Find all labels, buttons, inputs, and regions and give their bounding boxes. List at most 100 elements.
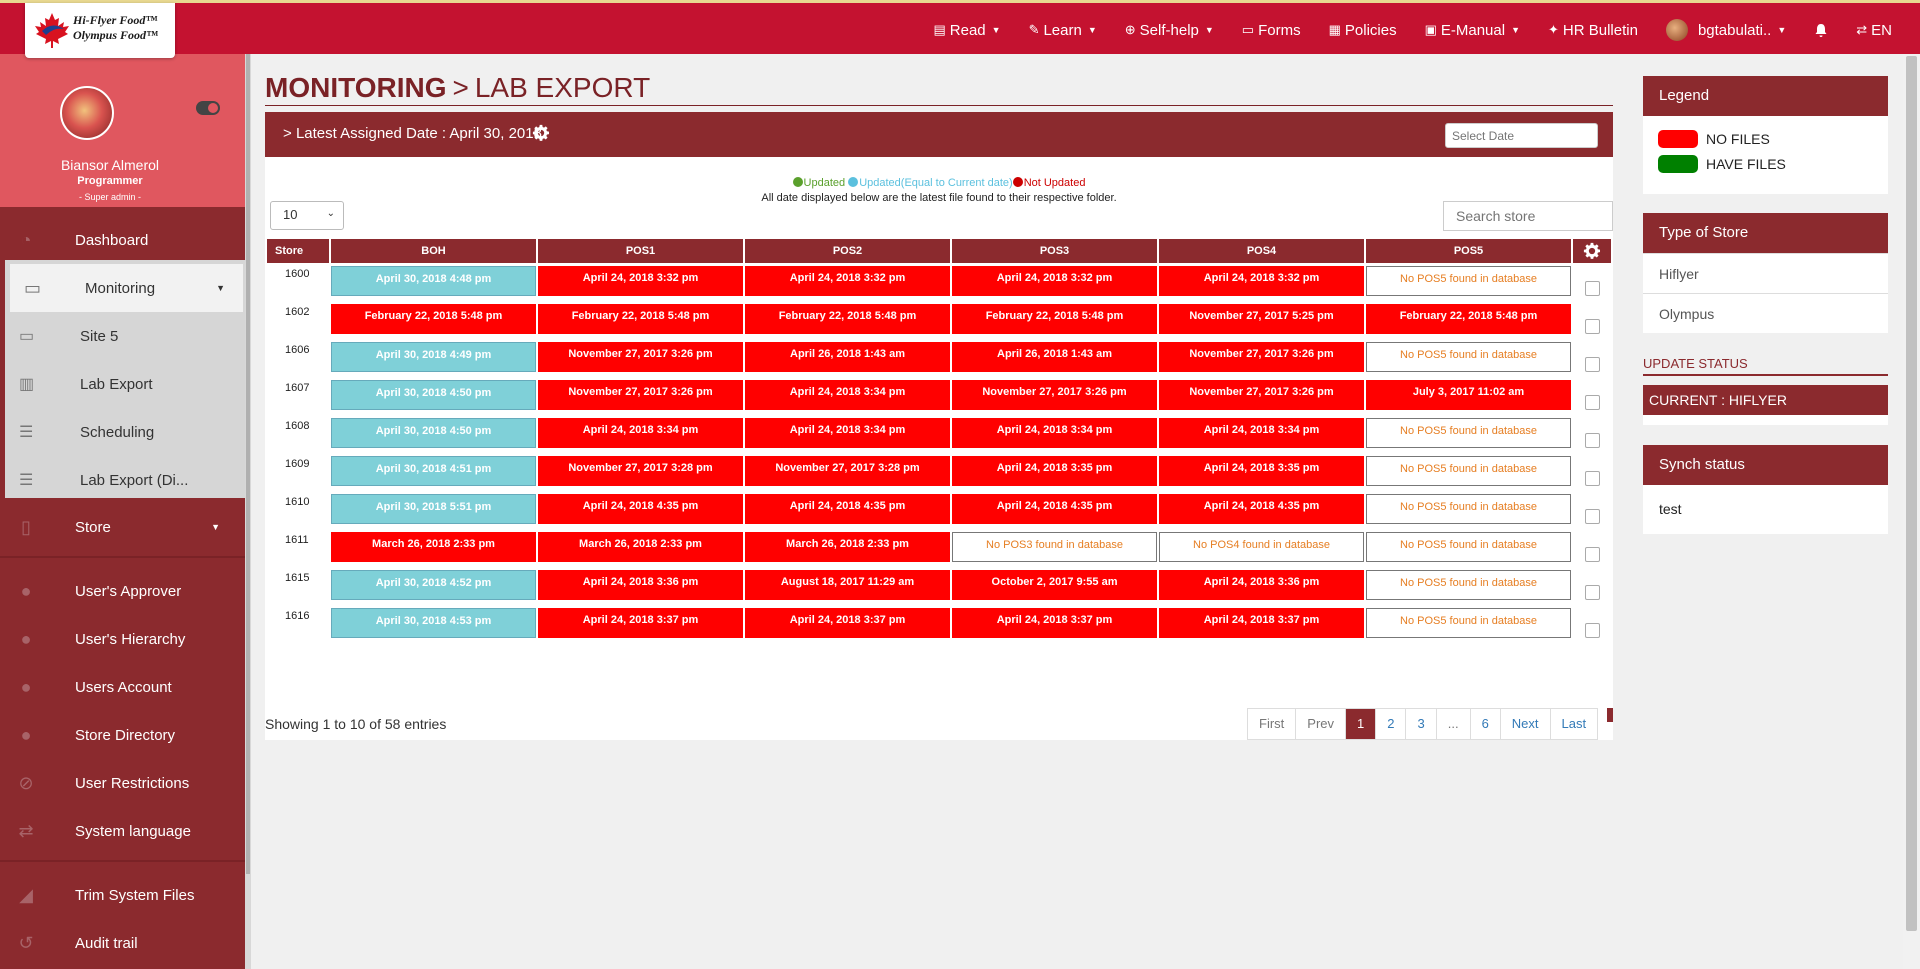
sidebar-item-users-approver[interactable]: ● User's Approver xyxy=(0,567,245,615)
sidebar-item-trim-system-files[interactable]: ◢ Trim System Files xyxy=(0,871,245,919)
synch-status-value: test xyxy=(1659,501,1682,517)
status-cell: No POS5 found in database xyxy=(1366,494,1571,524)
submenu-item-scheduling[interactable]: ☰ Scheduling xyxy=(5,408,245,456)
store-type-hiflyer[interactable]: Hiflyer xyxy=(1643,253,1888,293)
row-checkbox[interactable] xyxy=(1584,395,1600,410)
store-cell: 1611 xyxy=(285,534,309,546)
status-cell: April 26, 2018 1:43 am xyxy=(745,342,950,372)
row-checkbox[interactable] xyxy=(1584,547,1600,562)
page-link[interactable]: Next xyxy=(1499,709,1550,739)
sidebar-item-system-language[interactable]: ⇄ System language xyxy=(0,807,245,855)
server-icon: ☰ xyxy=(19,472,34,489)
sidebar-item-dashboard[interactable]: ◔ Dashboard xyxy=(0,216,245,264)
user-menu[interactable]: bgtabulati.. ▼ xyxy=(1665,19,1786,41)
sidebar-item-user-restrictions[interactable]: ⊘ User Restrictions xyxy=(0,759,245,807)
gear-icon[interactable] xyxy=(532,124,550,142)
page-link[interactable]: 2 xyxy=(1375,709,1405,739)
current-status-badge: CURRENT : HIFLYER xyxy=(1643,385,1888,415)
maple-leaf-icon xyxy=(35,13,69,48)
status-cell: No POS3 found in database xyxy=(952,532,1157,562)
monitor-icon: ▭ xyxy=(19,328,35,345)
column-header[interactable]: POS2 xyxy=(745,239,950,263)
sidebar-scrollbar[interactable] xyxy=(245,54,251,969)
pagination: First Prev 1 2 3... 6 Next Last xyxy=(1247,708,1599,740)
nav-hr-bulletin[interactable]: ✦ HR Bulletin xyxy=(1548,22,1638,39)
scroll-thumb[interactable] xyxy=(1906,56,1917,931)
status-cell: November 27, 2017 3:26 pm xyxy=(952,380,1157,410)
file-icon: ▯ xyxy=(21,516,31,537)
status-cell: February 22, 2018 5:48 pm xyxy=(952,304,1157,334)
self-help-icon: ⊕ xyxy=(1124,22,1136,37)
brand-logo[interactable]: Hi-Flyer Food™ Olympus Food™ xyxy=(25,3,175,58)
store-type-olympus[interactable]: Olympus xyxy=(1643,293,1888,333)
page-link[interactable]: First xyxy=(1248,709,1295,739)
page-link[interactable]: Prev xyxy=(1295,709,1345,739)
row-checkbox[interactable] xyxy=(1584,357,1600,372)
row-checkbox[interactable] xyxy=(1584,585,1600,600)
status-cell: April 24, 2018 3:32 pm xyxy=(1159,266,1364,296)
history-icon: ↺ xyxy=(18,932,34,953)
row-checkbox[interactable] xyxy=(1584,471,1600,486)
select-date-input[interactable] xyxy=(1445,123,1598,148)
sidebar-item-store[interactable]: ▯ Store ▼ xyxy=(0,503,245,551)
sidebar-divider xyxy=(0,556,245,558)
sidebar-item-store-directory[interactable]: ● Store Directory xyxy=(0,711,245,759)
status-cell: April 24, 2018 3:36 pm xyxy=(1159,570,1364,600)
blue-dot-icon xyxy=(848,177,859,187)
page-link[interactable]: Last xyxy=(1549,709,1598,739)
row-checkbox[interactable] xyxy=(1584,281,1600,296)
scroll-thumb[interactable] xyxy=(246,54,250,874)
page-link[interactable]: 1 xyxy=(1345,709,1376,739)
status-cell: April 24, 2018 4:35 pm xyxy=(538,494,743,524)
status-cell: April 30, 2018 4:51 pm xyxy=(331,456,536,486)
sidebar-toggle-switch[interactable] xyxy=(196,101,220,115)
row-checkbox[interactable] xyxy=(1584,623,1600,638)
synch-status-title: Synch status xyxy=(1643,445,1888,485)
submenu-item-site-5[interactable]: ▭ Site 5 xyxy=(5,312,245,360)
column-header[interactable]: Store xyxy=(267,239,329,263)
status-cell: February 22, 2018 5:48 pm xyxy=(745,304,950,334)
page-link[interactable]: 6 xyxy=(1469,709,1500,739)
submenu-item-lab-export[interactable]: ▥ Lab Export xyxy=(5,360,245,408)
chevron-down-icon: ⌄ xyxy=(326,208,335,219)
nav-read[interactable]: ▤ Read ▼ xyxy=(933,22,1000,39)
status-cell: April 24, 2018 3:35 pm xyxy=(952,456,1157,486)
column-header[interactable]: POS1 xyxy=(538,239,743,263)
page-scrollbar[interactable] xyxy=(1903,54,1920,969)
page-length-select[interactable]: 10 ⌄ xyxy=(270,201,344,230)
gear-icon[interactable] xyxy=(1583,242,1601,260)
status-cell: April 24, 2018 3:34 pm xyxy=(745,418,950,448)
nav-learn[interactable]: ✎ Learn ▼ xyxy=(1029,22,1097,39)
status-cell: November 27, 2017 3:28 pm xyxy=(538,456,743,486)
sidebar-item-users-hierarchy[interactable]: ● User's Hierarchy xyxy=(0,615,245,663)
notifications-button[interactable] xyxy=(1814,23,1828,38)
column-header[interactable]: BOH xyxy=(331,239,536,263)
submenu-item-lab-export-di[interactable]: ☰ Lab Export (Di... xyxy=(5,456,245,504)
chevron-down-icon: ▼ xyxy=(1511,25,1520,35)
language-icon: ⇄ xyxy=(1856,22,1868,37)
nav-self-help[interactable]: ⊕ Self-help ▼ xyxy=(1125,22,1214,39)
sidebar-item-users-account[interactable]: ● Users Account xyxy=(0,663,245,711)
search-store-input[interactable] xyxy=(1443,201,1613,231)
row-checkbox[interactable] xyxy=(1584,509,1600,524)
row-checkbox[interactable] xyxy=(1584,433,1600,448)
column-settings[interactable] xyxy=(1573,239,1611,263)
pin-icon: ✦ xyxy=(1548,22,1559,37)
nav-forms[interactable]: ▭ Forms xyxy=(1242,22,1301,39)
chevron-down-icon: ▼ xyxy=(211,522,220,532)
store-cell: 1602 xyxy=(285,306,310,318)
column-header[interactable]: POS5 xyxy=(1366,239,1571,263)
column-header[interactable]: POS3 xyxy=(952,239,1157,263)
sidebar-item-audit-trail[interactable]: ↺ Audit trail xyxy=(0,919,245,967)
top-navbar: ▤ Read ▼ ✎ Learn ▼ ⊕ Self-help ▼ ▭ Forms ▦ Polic… xyxy=(0,0,1920,54)
language-selector[interactable]: ⇄ EN xyxy=(1856,22,1892,39)
column-header[interactable]: POS4 xyxy=(1159,239,1364,263)
table-row: 1602 February 22, 2018 5:48 pm February 22… xyxy=(267,303,1611,339)
row-checkbox[interactable] xyxy=(1584,319,1600,334)
status-cell: February 22, 2018 5:48 pm xyxy=(331,304,536,334)
avatar xyxy=(1665,19,1688,41)
sidebar-item-monitoring[interactable]: ▭ Monitoring ▼ xyxy=(10,264,243,312)
page-link[interactable]: 3 xyxy=(1405,709,1435,739)
nav-e-manual[interactable]: ▣ E-Manual ▼ xyxy=(1425,22,1520,39)
nav-policies[interactable]: ▦ Policies xyxy=(1329,22,1397,39)
